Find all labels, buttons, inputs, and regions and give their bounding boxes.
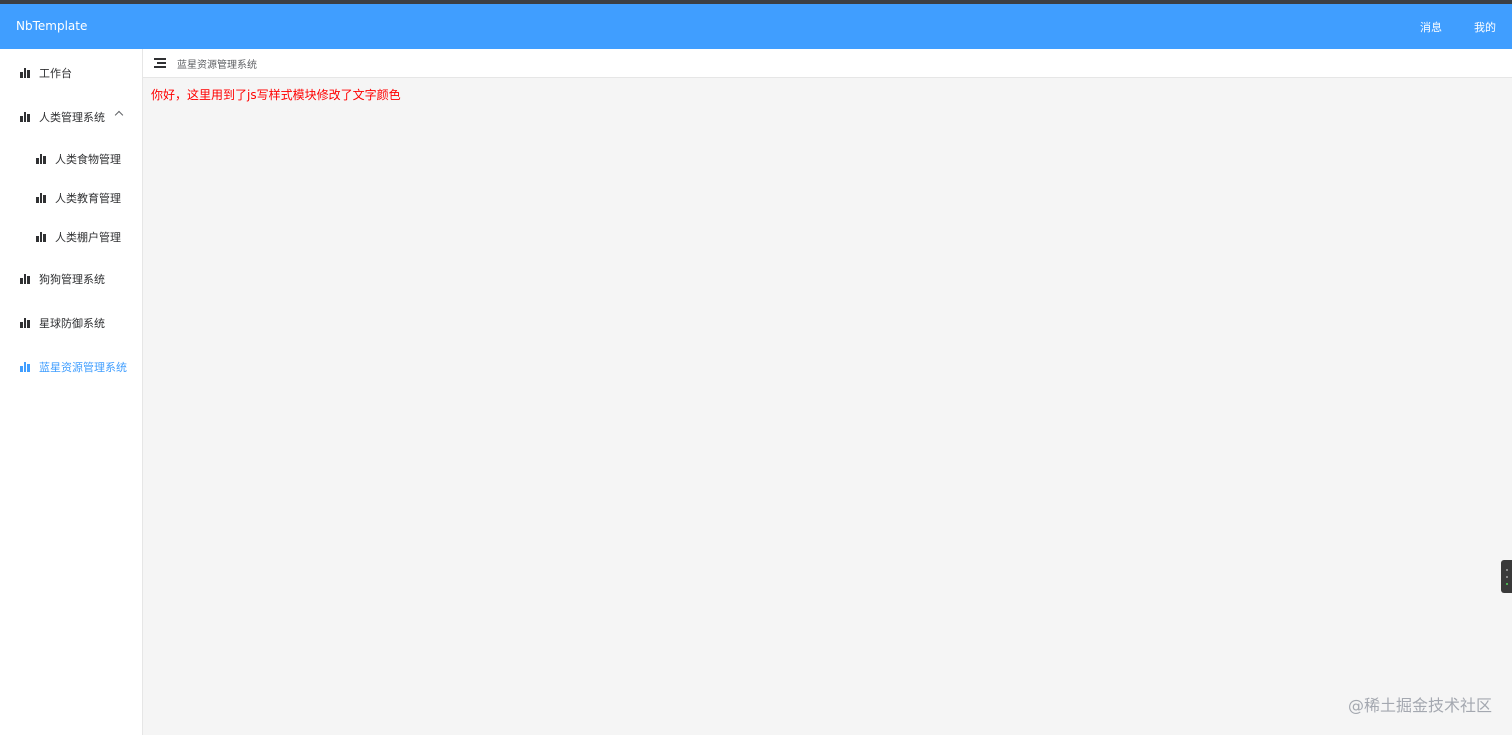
sidebar-item-label: 人类食物管理 [55,152,121,166]
sidebar-item-planet-defense[interactable]: 星球防御系统 [0,301,142,345]
brand-logo-text[interactable]: NbTemplate [16,4,87,49]
sidebar-subitem-human-shack[interactable]: 人类棚户管理 [0,217,142,256]
sidebar-item-label: 蓝星资源管理系统 [39,361,127,374]
content-header: 蓝星资源管理系统 [143,49,1512,78]
chevron-up-icon [114,110,124,120]
sidebar-item-workbench[interactable]: 工作台 [0,51,142,95]
top-header: NbTemplate 消息 我的 [0,4,1512,49]
bar-chart-icon [20,362,32,372]
sidebar-item-label: 人类棚户管理 [55,230,121,244]
sidebar-item-label: 星球防御系统 [39,317,105,330]
nav-mine[interactable]: 我的 [1474,19,1496,35]
bar-chart-icon [20,318,32,328]
sidebar-menu: 工作台 人类管理系统 人类食物管理 人类教育管理 人类棚户管理 狗狗管理系统 星… [0,49,143,735]
sidebar-item-dog-management[interactable]: 狗狗管理系统 [0,257,142,301]
floating-side-widget[interactable] [1501,560,1512,593]
nav-messages[interactable]: 消息 [1420,19,1442,35]
sidebar-item-label: 工作台 [39,67,72,80]
sidebar-item-human-management[interactable]: 人类管理系统 [0,95,142,139]
sidebar-item-label: 人类教育管理 [55,191,121,205]
watermark: @稀土掘金技术社区 [1347,696,1492,715]
sidebar-subitem-human-food[interactable]: 人类食物管理 [0,139,142,178]
content-message: 你好，这里用到了js写样式模块修改了文字颜色 [151,88,401,102]
menu-fold-icon[interactable] [154,58,166,68]
sidebar-item-label: 人类管理系统 [39,111,105,124]
bar-chart-icon [20,112,32,122]
bar-chart-icon [36,231,48,242]
bar-chart-icon [36,153,48,164]
header-nav: 消息 我的 [1420,4,1496,49]
bar-chart-icon [20,68,32,78]
bar-chart-icon [36,192,48,203]
breadcrumb: 蓝星资源管理系统 [177,59,257,71]
sidebar-item-label: 狗狗管理系统 [39,273,105,286]
bar-chart-icon [20,274,32,284]
sidebar-item-blue-star-resources[interactable]: 蓝星资源管理系统 [0,345,142,389]
sidebar-subitem-human-education[interactable]: 人类教育管理 [0,178,142,217]
